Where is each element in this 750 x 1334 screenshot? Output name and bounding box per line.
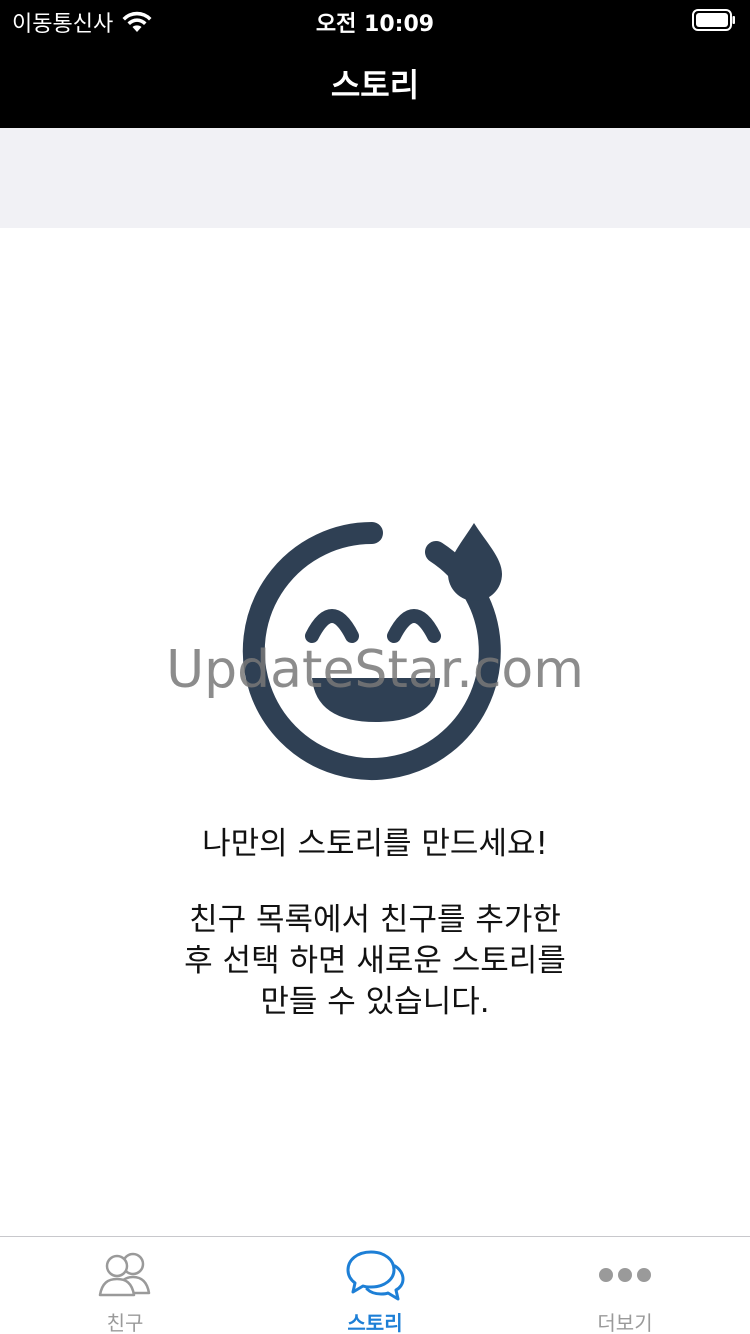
tab-label: 스토리 [347,1311,403,1334]
tab-bar: 친구 스토리 더보기 [0,1236,750,1334]
empty-state-description: 친구 목록에서 친구를 추가한 후 선택 하면 새로운 스토리를 만들 수 있습… [150,900,600,1023]
empty-state-title: 나만의 스토리를 만드세요! [202,826,548,862]
empty-state-description-line: 친구 목록에서 친구를 추가한 [189,902,561,938]
navigation-bar: 스토리 [0,40,750,128]
status-bar: 이동통신사 오전 10:09 [0,0,750,40]
tab-label: 친구 [106,1311,144,1334]
battery-icon [692,9,735,31]
tab-friends[interactable]: 친구 [0,1237,250,1334]
more-icon [599,1268,651,1282]
empty-state-description-line: 후 선택 하면 새로운 스토리를 [184,943,566,979]
friends-icon [98,1252,151,1297]
tab-label: 더보기 [597,1311,653,1334]
chat-bubbles-icon [346,1250,405,1301]
empty-state-description-line: 만들 수 있습니다. [260,984,490,1020]
header-spacer-band [0,128,750,228]
status-time: 오전 10:09 [315,12,435,37]
watermark-text: UpdateStar.com [166,640,584,700]
page-title: 스토리 [330,66,420,104]
tab-story[interactable]: 스토리 [250,1237,500,1334]
tab-more[interactable]: 더보기 [500,1237,750,1334]
